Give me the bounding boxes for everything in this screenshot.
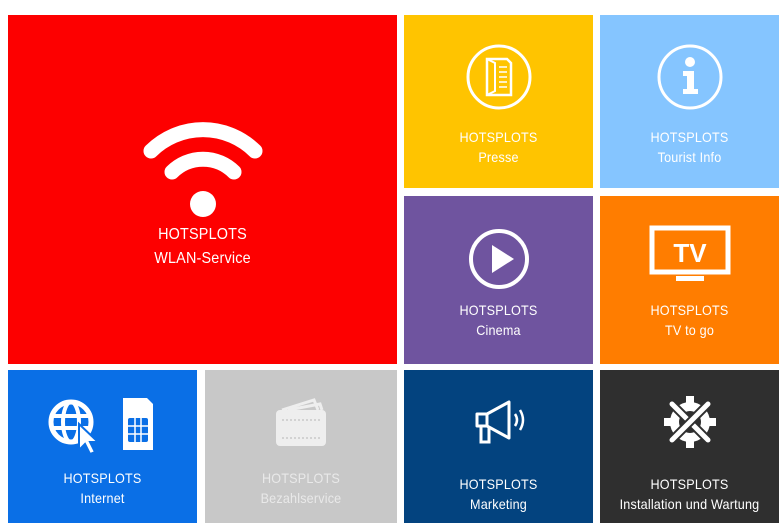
tile-presse-line1: HOTSPLOTS	[459, 129, 538, 145]
tile-internet[interactable]: HOTSPLOTS Internet	[8, 370, 197, 523]
tile-bezahl-line2: Bezahlservice	[260, 490, 342, 506]
tile-installation-wartung[interactable]: HOTSPLOTS Installation und Wartung	[600, 370, 779, 523]
tile-internet-line2: Internet	[80, 490, 125, 506]
tile-marketing-line2: Marketing	[470, 496, 527, 512]
tile-cinema[interactable]: HOTSPLOTS Cinema	[404, 196, 593, 364]
tile-tv-line1: HOTSPLOTS	[650, 302, 729, 318]
tile-marketing-label: HOTSPLOTS Marketing	[413, 474, 583, 514]
tile-tourist-line2: Tourist Info	[657, 149, 722, 165]
tv-icon: TV	[600, 224, 779, 284]
tile-bezahl-line1: HOTSPLOTS	[262, 470, 340, 486]
play-icon	[404, 228, 593, 290]
tile-wlan-line2: WLAN-Service	[154, 250, 251, 267]
tile-cinema-label: HOTSPLOTS Cinema	[413, 300, 583, 340]
tile-install-line1: HOTSPLOTS	[650, 476, 729, 492]
tile-presse-line2: Presse	[478, 149, 519, 165]
megaphone-icon	[404, 396, 593, 450]
info-icon	[600, 43, 779, 111]
tile-marketing-line1: HOTSPLOTS	[459, 476, 538, 492]
tile-internet-line1: HOTSPLOTS	[63, 470, 142, 486]
tile-tv-line2: TV to go	[664, 322, 715, 338]
wifi-icon	[8, 113, 397, 221]
tile-bezahlservice[interactable]: HOTSPLOTS Bezahlservice	[205, 370, 397, 523]
svg-text:TV: TV	[673, 238, 707, 268]
tile-wlan-service[interactable]: HOTSPLOTS WLAN-Service	[8, 15, 397, 364]
tile-wlan-line1: HOTSPLOTS	[158, 226, 247, 243]
newspaper-icon	[404, 43, 593, 111]
wallet-icon	[205, 396, 397, 450]
tile-cinema-line2: Cinema	[476, 322, 521, 338]
tile-tourist-line1: HOTSPLOTS	[650, 129, 729, 145]
tile-wlan-label: HOTSPLOTS WLAN-Service	[27, 223, 377, 271]
tile-install-line2: Installation und Wartung	[619, 496, 760, 512]
tile-cinema-line1: HOTSPLOTS	[459, 302, 538, 318]
tile-presse[interactable]: HOTSPLOTS Presse	[404, 15, 593, 188]
tile-install-label: HOTSPLOTS Installation und Wartung	[609, 474, 770, 514]
tile-presse-label: HOTSPLOTS Presse	[413, 127, 583, 167]
tile-bezahl-label: HOTSPLOTS Bezahlservice	[215, 468, 388, 508]
tile-tourist-label: HOTSPLOTS Tourist Info	[609, 127, 770, 167]
tools-gear-icon	[600, 390, 779, 454]
tile-marketing[interactable]: HOTSPLOTS Marketing	[404, 370, 593, 523]
tile-internet-label: HOTSPLOTS Internet	[17, 468, 187, 508]
tile-tv-to-go[interactable]: TV HOTSPLOTS TV to go	[600, 196, 779, 364]
globe-sim-icon	[8, 394, 197, 454]
tile-tourist-info[interactable]: HOTSPLOTS Tourist Info	[600, 15, 779, 188]
tile-tv-label: HOTSPLOTS TV to go	[609, 300, 770, 340]
